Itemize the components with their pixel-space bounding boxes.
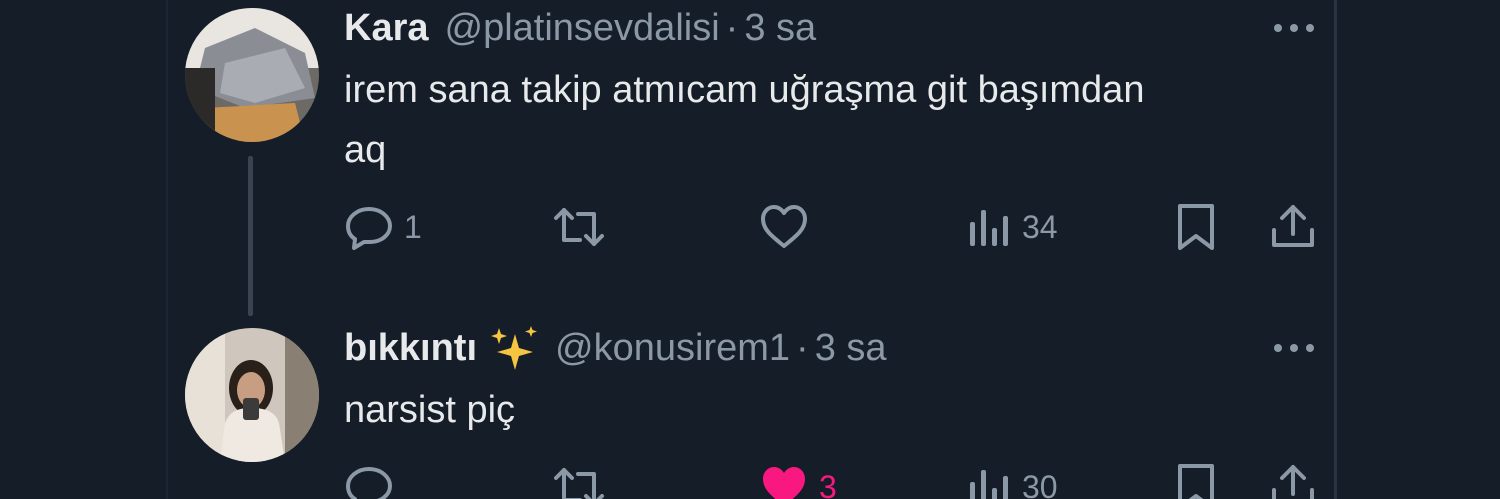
timestamp[interactable]: 3 sa <box>815 326 887 370</box>
reply-icon <box>344 464 394 499</box>
share-icon <box>1270 202 1316 250</box>
views-count: 30 <box>1022 468 1058 499</box>
heart-filled-icon <box>759 464 809 499</box>
user-handle[interactable]: @platinsevdalisi <box>445 6 720 50</box>
views-icon <box>968 464 1012 499</box>
separator-dot: · <box>725 7 739 49</box>
retweet-icon <box>552 464 606 499</box>
sparkles-icon <box>487 326 539 370</box>
separator-dot: · <box>796 327 809 369</box>
like-count: 3 <box>819 468 837 499</box>
reply-button[interactable] <box>344 464 404 499</box>
like-button[interactable] <box>759 204 819 250</box>
tweet-text: irem sana takip atmıcam uğraşma git başı… <box>344 69 1145 171</box>
display-name[interactable]: bıkkıntı <box>344 326 477 370</box>
retweet-button[interactable] <box>552 204 616 250</box>
more-options-icon[interactable] <box>1272 18 1316 38</box>
reply-count: 1 <box>404 208 422 245</box>
views-icon <box>968 204 1012 250</box>
views-count: 34 <box>1022 208 1058 245</box>
bookmark-icon <box>1175 462 1217 499</box>
bookmark-button[interactable] <box>1175 202 1217 252</box>
avatar[interactable] <box>185 8 319 142</box>
bookmark-button[interactable] <box>1175 462 1217 499</box>
display-name[interactable]: Kara <box>344 6 429 50</box>
tweet-header: Kara @platinsevdalisi · 3 sa <box>344 6 816 50</box>
column-border-right <box>1334 0 1337 499</box>
user-handle[interactable]: @konusirem1 <box>555 326 790 370</box>
avatar[interactable] <box>185 328 319 462</box>
retweet-icon <box>552 204 606 250</box>
reply-button[interactable]: 1 <box>344 204 422 250</box>
views-button[interactable]: 30 <box>968 464 1058 499</box>
tweet-text: narsist piç <box>344 389 516 431</box>
timestamp[interactable]: 3 sa <box>744 6 816 50</box>
thread-connector <box>248 156 253 316</box>
heart-outline-icon <box>759 204 809 250</box>
retweet-button[interactable] <box>552 464 616 499</box>
share-button[interactable] <box>1270 202 1316 250</box>
share-icon <box>1270 462 1316 499</box>
like-button[interactable]: 3 <box>759 464 837 499</box>
views-button[interactable]: 34 <box>968 204 1058 250</box>
more-options-icon[interactable] <box>1272 338 1316 358</box>
bookmark-icon <box>1175 202 1217 252</box>
tweet-header: bıkkıntı @konusirem1 · 3 sa <box>344 326 887 370</box>
share-button[interactable] <box>1270 462 1316 499</box>
reply-icon <box>344 204 394 250</box>
